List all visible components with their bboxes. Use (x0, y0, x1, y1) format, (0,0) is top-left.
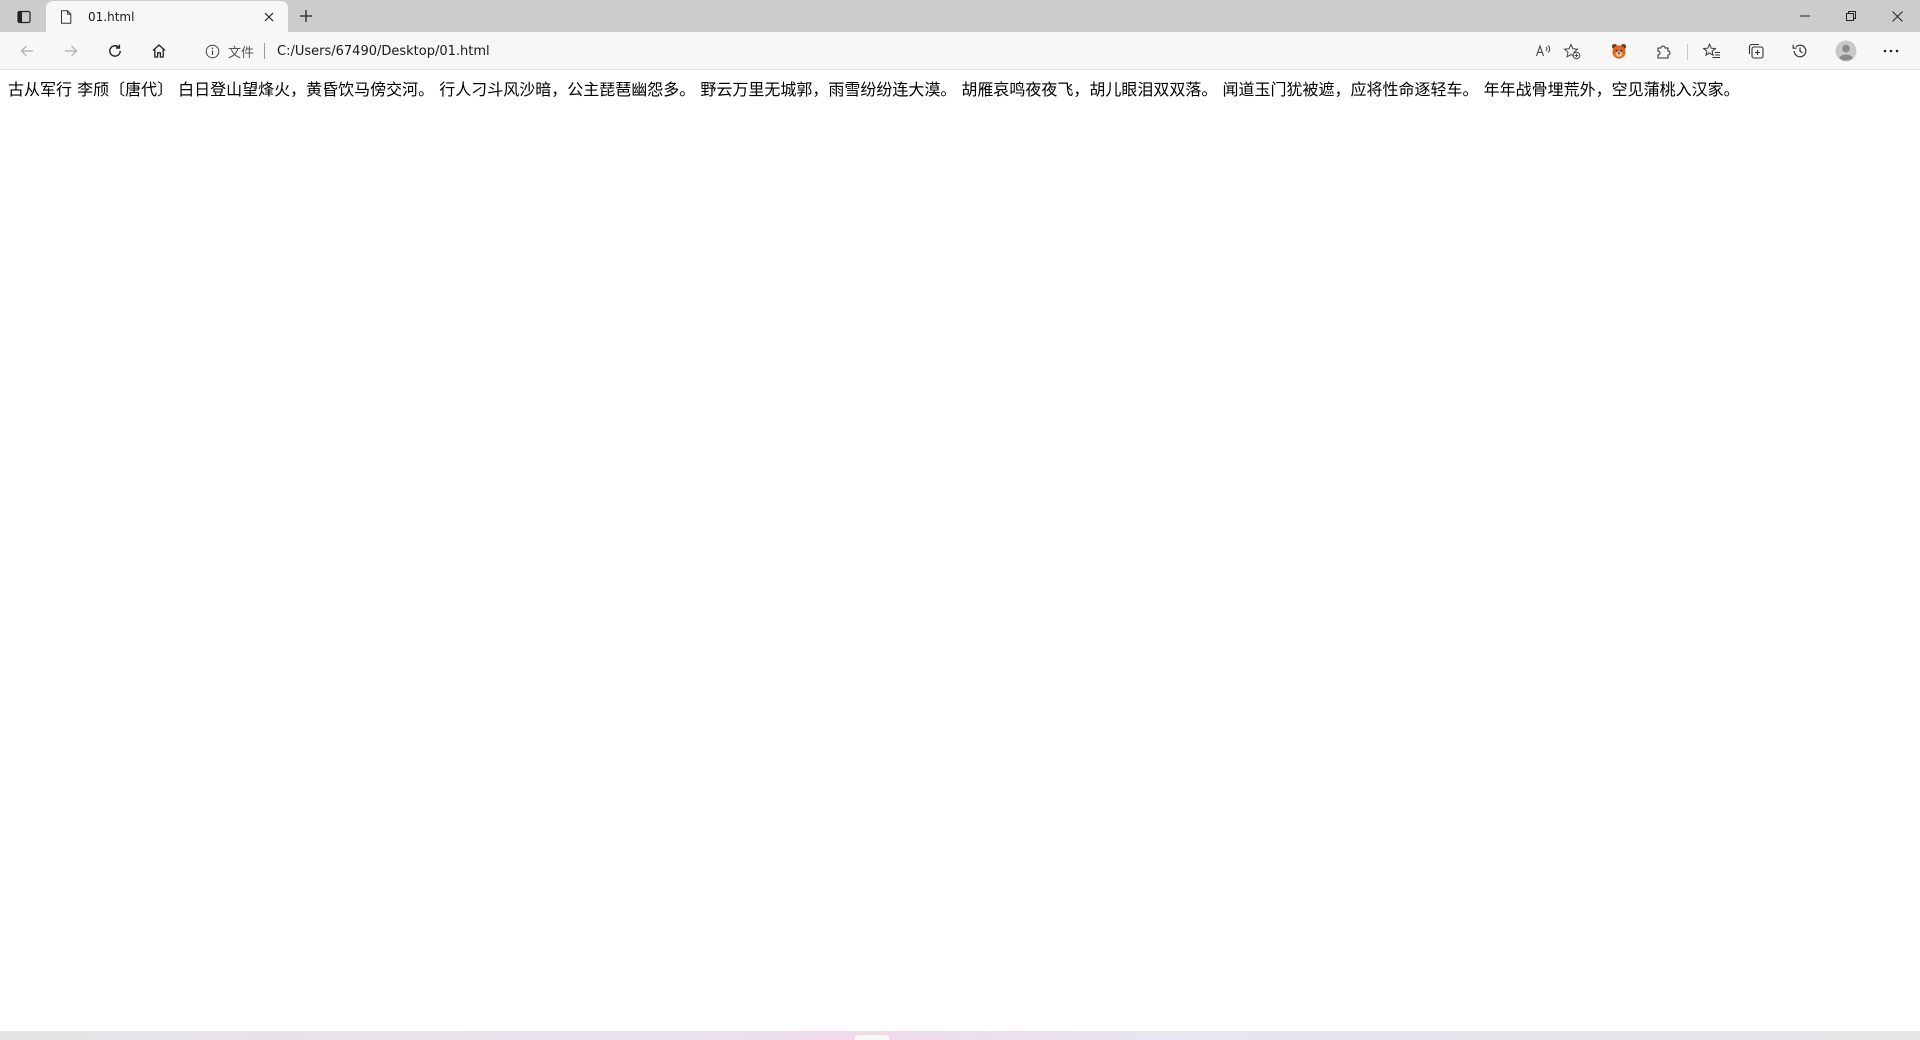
back-arrow-icon[interactable] (13, 37, 41, 65)
refresh-icon[interactable] (101, 37, 129, 65)
address-scheme-label: 文件 (228, 45, 255, 61)
puzzle-icon[interactable] (1649, 37, 1677, 65)
tab-active[interactable]: 01.html (46, 1, 288, 32)
info-icon[interactable] (200, 39, 224, 63)
document-icon (58, 9, 74, 25)
read-aloud-icon[interactable] (1530, 37, 1558, 65)
collections-icon[interactable] (1742, 37, 1770, 65)
minimize-icon[interactable] (1782, 0, 1828, 32)
more-icon[interactable] (1877, 37, 1905, 65)
favorites-icon[interactable] (1698, 37, 1726, 65)
tab-title: 01.html (88, 9, 135, 24)
tab-actions-icon[interactable] (12, 6, 36, 28)
window-controls (1782, 0, 1920, 32)
restore-icon[interactable] (1828, 0, 1874, 32)
page-content: 古从军行 李颀〔唐代〕 白日登山望烽火，黄昏饮马傍交河。 行人刁斗风沙暗，公主琵… (0, 71, 1920, 1031)
plus-icon[interactable] (294, 4, 318, 28)
bottom-strip (0, 1031, 1920, 1040)
forward-arrow-icon[interactable] (57, 37, 85, 65)
close-window-icon[interactable] (1874, 0, 1920, 32)
bear-extension-icon[interactable] (1605, 37, 1633, 65)
history-icon[interactable] (1786, 37, 1814, 65)
address-divider (264, 43, 266, 59)
home-icon[interactable] (145, 37, 173, 65)
url-text[interactable]: C:/Users/67490/Desktop/01.html (277, 44, 1530, 59)
poem-text: 古从军行 李颀〔唐代〕 白日登山望烽火，黄昏饮马傍交河。 行人刁斗风沙暗，公主琵… (8, 80, 1740, 99)
add-favorite-icon[interactable] (1558, 37, 1586, 65)
address-bar[interactable]: 文件 C:/Users/67490/Desktop/01.html (190, 36, 1592, 66)
bottom-strip-knob (855, 1035, 889, 1040)
browser-toolbar: 文件 C:/Users/67490/Desktop/01.html (0, 32, 1920, 70)
profile-avatar-icon[interactable] (1832, 37, 1860, 65)
close-icon[interactable] (260, 8, 278, 26)
toolbar-separator (1687, 44, 1688, 60)
browser-window: 01.html 文件 C:/Users/67490/Desktop/01.htm… (0, 0, 1920, 1040)
tab-strip: 01.html (0, 0, 1920, 32)
